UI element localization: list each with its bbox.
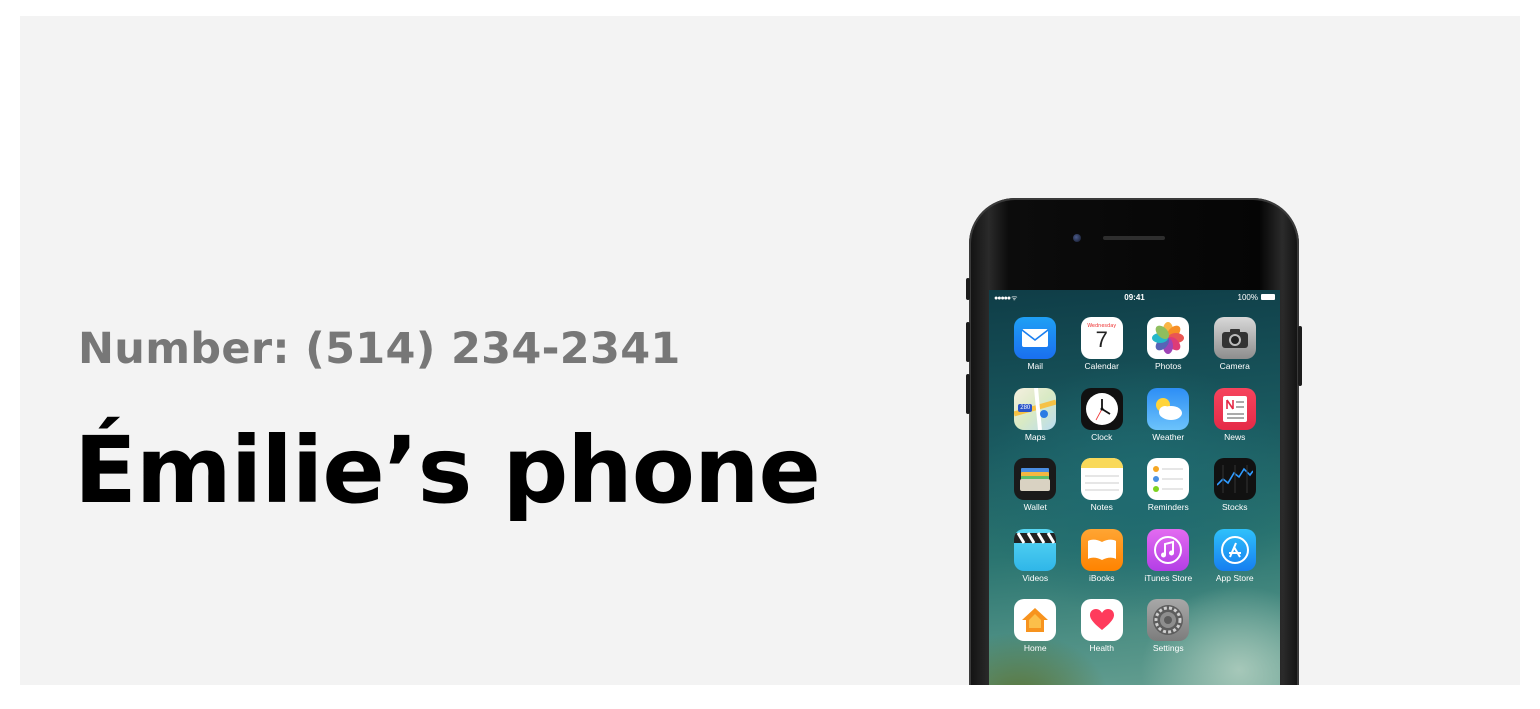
front-camera <box>1073 234 1081 242</box>
app-label: Reminders <box>1147 502 1189 512</box>
app-home[interactable]: Home <box>1002 599 1069 670</box>
earpiece-speaker <box>1103 236 1165 240</box>
app-label: iTunes Store <box>1144 572 1193 583</box>
mute-switch <box>966 278 970 300</box>
volume-up-button <box>966 322 970 362</box>
app-label: Weather <box>1152 431 1185 442</box>
app-mail[interactable]: Mail <box>1002 317 1069 388</box>
app-maps[interactable]: 280 Maps <box>1002 387 1069 459</box>
app-health[interactable]: Health <box>1069 599 1136 670</box>
app-store-icon <box>1213 528 1256 571</box>
app-label: Calendar <box>1084 361 1120 371</box>
health-icon <box>1080 599 1123 641</box>
power-button <box>1298 326 1302 386</box>
app-label: App Store <box>1215 572 1254 583</box>
app-ibooks[interactable]: iBooks <box>1069 528 1136 600</box>
app-label: News <box>1224 431 1246 442</box>
stocks-icon <box>1213 458 1256 500</box>
app-label: Videos <box>1022 572 1049 583</box>
app-label: Clock <box>1091 431 1113 442</box>
app-label: Maps <box>1024 431 1046 442</box>
notes-icon <box>1080 458 1123 500</box>
weather-icon <box>1147 387 1190 430</box>
wallet-icon <box>1014 458 1057 500</box>
photos-icon <box>1147 317 1190 359</box>
page-title: Émilie’s phone <box>74 417 821 524</box>
app-videos[interactable]: Videos <box>1002 528 1069 600</box>
app-label: Notes <box>1090 502 1113 512</box>
battery-icon <box>1261 294 1275 300</box>
app-settings[interactable]: Settings <box>1135 599 1202 670</box>
app-stocks[interactable]: Stocks <box>1202 458 1269 529</box>
maps-icon: 280 <box>1014 387 1057 430</box>
app-news[interactable]: News <box>1202 387 1269 459</box>
app-label: Mail <box>1027 361 1044 371</box>
app-notes[interactable]: Notes <box>1069 458 1136 529</box>
mail-icon <box>1014 317 1057 359</box>
battery-percent: 100% <box>1237 293 1258 302</box>
home-screen: ●●●●● ᯤ 09:41 100% Mail Wednesday 7 Cale… <box>989 290 1280 685</box>
app-label: Camera <box>1219 361 1250 371</box>
news-icon <box>1213 387 1256 430</box>
app-label: Health <box>1089 643 1115 653</box>
app-reminders[interactable]: Reminders <box>1135 458 1202 529</box>
app-label: Settings <box>1152 643 1184 653</box>
app-itunes-store[interactable]: iTunes Store <box>1135 528 1202 600</box>
app-wallet[interactable]: Wallet <box>1002 458 1069 529</box>
maps-route-badge: 280 <box>1018 403 1033 412</box>
app-label: Home <box>1023 643 1047 653</box>
itunes-store-icon <box>1147 528 1190 571</box>
app-clock[interactable]: Clock <box>1069 387 1136 459</box>
reminders-icon <box>1147 458 1190 500</box>
app-label: Photos <box>1155 361 1182 371</box>
app-app-store[interactable]: App Store <box>1202 528 1269 600</box>
app-camera[interactable]: Camera <box>1202 317 1269 388</box>
volume-down-button <box>966 374 970 414</box>
videos-icon <box>1014 528 1057 571</box>
status-time: 09:41 <box>1124 293 1145 302</box>
ibooks-icon <box>1080 528 1123 571</box>
app-weather[interactable]: Weather <box>1135 387 1202 459</box>
app-label: Stocks <box>1221 502 1248 512</box>
calendar-date: 7 <box>1095 327 1108 352</box>
app-calendar[interactable]: Wednesday 7 Calendar <box>1069 317 1136 388</box>
calendar-icon: Wednesday 7 <box>1080 317 1123 359</box>
app-label: iBooks <box>1088 572 1115 583</box>
status-bar: ●●●●● ᯤ 09:41 100% <box>989 290 1280 304</box>
phone-image: ●●●●● ᯤ 09:41 100% Mail Wednesday 7 Cale… <box>966 198 1302 685</box>
camera-icon <box>1213 317 1256 359</box>
app-grid: Mail Wednesday 7 Calendar Photos Camera … <box>1002 317 1268 670</box>
settings-icon <box>1147 599 1190 641</box>
clock-icon <box>1080 387 1123 430</box>
phone-number-text: Number: (514) 234-2341 <box>78 324 681 374</box>
app-photos[interactable]: Photos <box>1135 317 1202 388</box>
app-label: Wallet <box>1023 502 1047 512</box>
home-icon <box>1014 599 1057 641</box>
contact-banner: Number: (514) 234-2341 Émilie’s phone ●●… <box>20 16 1520 685</box>
